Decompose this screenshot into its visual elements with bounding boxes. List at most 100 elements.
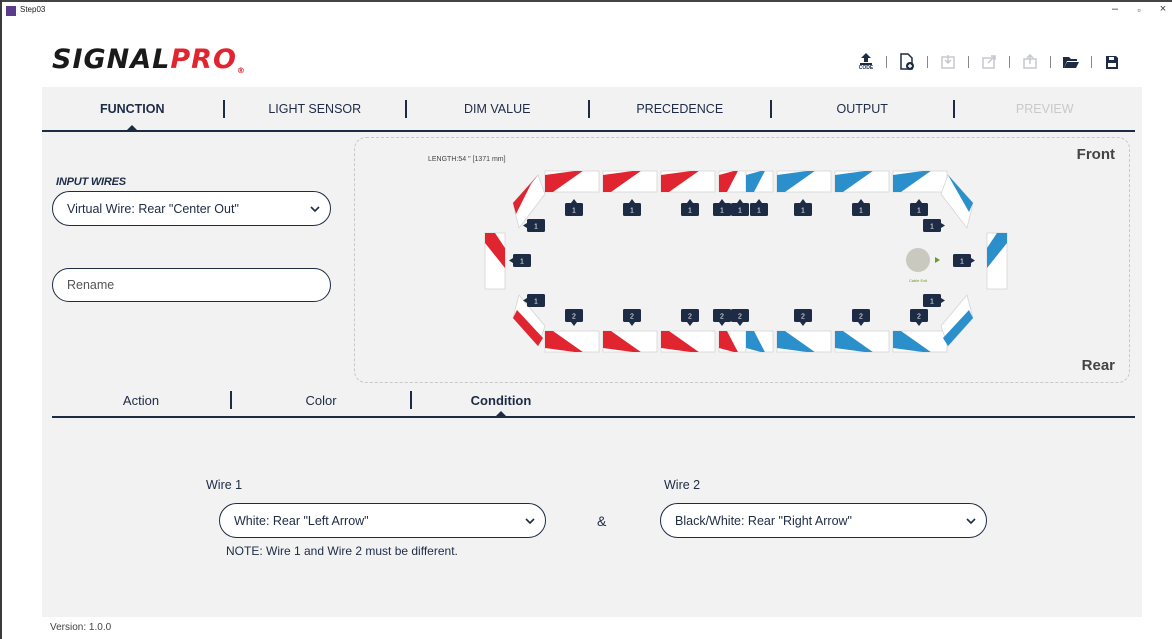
minimize-button[interactable]: – — [1108, 3, 1122, 15]
wire-tag: 1 — [852, 199, 870, 216]
svg-text:2: 2 — [917, 314, 921, 321]
upload-code-label: CODE — [858, 65, 874, 71]
subtab-condition[interactable]: Condition — [412, 384, 590, 418]
rename-input[interactable]: Rename — [52, 268, 331, 302]
save-button[interactable] — [1100, 50, 1124, 74]
svg-text:1: 1 — [630, 208, 634, 215]
toolbar-divider — [968, 56, 969, 68]
wire2-select[interactable]: Black/White: Rear "Right Arrow" — [660, 503, 987, 538]
wire1-label: Wire 1 — [206, 478, 243, 492]
wire1-select[interactable]: White: Rear "Left Arrow" — [219, 503, 546, 538]
svg-text:1: 1 — [757, 208, 761, 215]
new-file-button[interactable] — [895, 50, 919, 74]
toolbar: CODE — [854, 50, 1124, 74]
wire-tag: 1 — [910, 199, 928, 216]
wire-tag: 2 — [852, 309, 870, 326]
input-wires-label: INPUT WIRES — [56, 176, 126, 188]
and-symbol: & — [597, 513, 607, 529]
export-icon — [982, 55, 996, 69]
input-wire-select[interactable]: Virtual Wire: Rear "Center Out" — [52, 191, 331, 226]
new-file-icon — [900, 53, 914, 70]
app-icon — [6, 6, 16, 16]
svg-text:1: 1 — [930, 224, 934, 231]
svg-text:2: 2 — [801, 314, 805, 321]
wire-tag: 1 — [731, 199, 749, 216]
wire-tag: 2 — [565, 309, 583, 326]
chevron-down-icon — [966, 517, 976, 524]
wire-tag: 1 — [923, 219, 945, 232]
wire-tag: 2 — [731, 309, 749, 326]
toolbar-divider — [886, 56, 887, 68]
svg-text:2: 2 — [859, 314, 863, 321]
chevron-down-icon — [525, 517, 535, 524]
subtab-action[interactable]: Action — [52, 384, 230, 416]
input-wire-value: Virtual Wire: Rear "Center Out" — [67, 201, 239, 216]
share-icon — [1023, 54, 1037, 69]
wire-tag: 1 — [623, 199, 641, 216]
lightbar-diagram: 1 1 1 1 1 1 1 1 1 2 2 2 2 2 2 2 2 1 1 1 1 1 1 Cable Exit — [484, 170, 1008, 353]
wire-tag: 2 — [623, 309, 641, 326]
svg-text:1: 1 — [930, 299, 934, 306]
tab-output[interactable]: OUTPUT — [772, 87, 953, 130]
tab-light-sensor[interactable]: LIGHT SENSOR — [225, 87, 406, 130]
main-tab-bar: FUNCTION LIGHT SENSOR DIM VALUE PRECEDEN… — [42, 87, 1135, 132]
wire2-label: Wire 2 — [664, 478, 701, 492]
wire-note: NOTE: Wire 1 and Wire 2 must be differen… — [226, 544, 458, 558]
wire2-value: Black/White: Rear "Right Arrow" — [675, 513, 852, 528]
cable-exit-label: Cable Exit — [909, 278, 928, 283]
wire-tag: 2 — [681, 309, 699, 326]
tab-function[interactable]: FUNCTION — [42, 87, 223, 132]
share-button[interactable] — [1018, 50, 1042, 74]
wire-tag: 1 — [750, 199, 768, 216]
tab-precedence[interactable]: PRECEDENCE — [590, 87, 771, 130]
cable-exit-arrow — [935, 257, 940, 263]
svg-text:1: 1 — [572, 208, 576, 215]
lightbar-canvas: LENGTH:54 " [1371 mm] Front Rear 1111111… — [354, 137, 1130, 383]
title-bar: Step03 – ▫ × — [2, 0, 1172, 20]
svg-text:1: 1 — [859, 208, 863, 215]
app-window: Step03 – ▫ × SIGNALPRO® CODE FUNCTION LI… — [0, 0, 1172, 639]
svg-text:1: 1 — [688, 208, 692, 215]
wire-tag: 1 — [923, 294, 945, 307]
svg-text:2: 2 — [738, 314, 742, 321]
toolbar-divider — [927, 56, 928, 68]
svg-text:2: 2 — [572, 314, 576, 321]
window-title: Step03 — [20, 5, 46, 14]
subtab-color[interactable]: Color — [232, 384, 410, 416]
open-folder-button[interactable] — [1059, 50, 1083, 74]
wire-tag: 2 — [910, 309, 928, 326]
signalpro-logo: SIGNALPRO® — [52, 44, 246, 75]
wire-tag: 1 — [523, 219, 545, 232]
restore-button[interactable]: ▫ — [1132, 5, 1146, 15]
svg-text:1: 1 — [720, 208, 724, 215]
wire-tag: 2 — [794, 309, 812, 326]
wire-tag: 2 — [713, 309, 731, 326]
chevron-down-icon — [310, 205, 320, 212]
svg-text:1: 1 — [534, 224, 538, 231]
rename-placeholder: Rename — [67, 278, 115, 292]
import-icon — [941, 55, 955, 69]
toolbar-divider — [1091, 56, 1092, 68]
svg-text:1: 1 — [534, 299, 538, 306]
sub-tab-bar: Action Color Condition — [52, 384, 1135, 418]
svg-text:1: 1 — [738, 208, 742, 215]
wire-tag: 1 — [713, 199, 731, 216]
upload-icon — [860, 53, 872, 65]
wire-tag: 1 — [681, 199, 699, 216]
svg-text:1: 1 — [520, 259, 524, 266]
tab-dim-value[interactable]: DIM VALUE — [407, 87, 588, 130]
wire-tag: 1 — [509, 254, 531, 267]
tab-preview: PREVIEW — [1015, 101, 1074, 116]
upload-code-button[interactable]: CODE — [854, 50, 878, 74]
wire-tag: 1 — [794, 199, 812, 216]
svg-text:1: 1 — [960, 259, 964, 266]
toolbar-divider — [1009, 56, 1010, 68]
import-button[interactable] — [936, 50, 960, 74]
main-panel: FUNCTION LIGHT SENSOR DIM VALUE PRECEDEN… — [42, 87, 1142, 617]
version-label: Version: 1.0.0 — [50, 622, 112, 633]
toolbar-divider — [1050, 56, 1051, 68]
export-button[interactable] — [977, 50, 1001, 74]
close-button[interactable]: × — [1156, 3, 1170, 15]
svg-text:1: 1 — [917, 208, 921, 215]
svg-text:2: 2 — [630, 314, 634, 321]
